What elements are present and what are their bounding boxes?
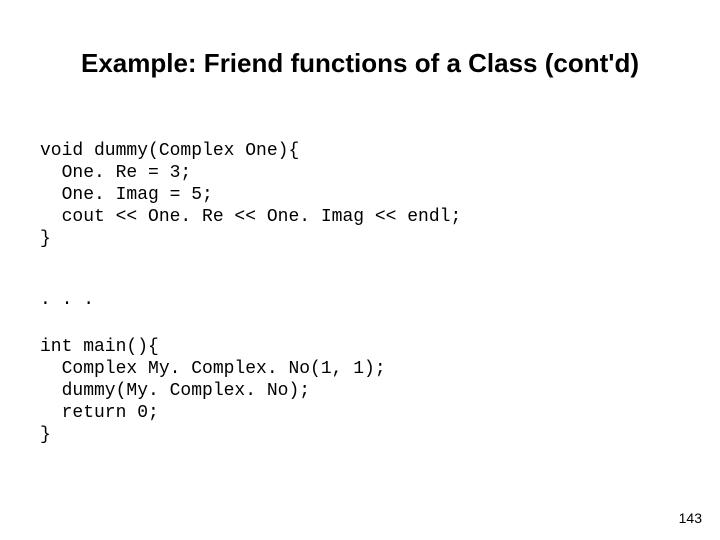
code-ellipsis: . . .	[40, 290, 94, 310]
slide: Example: Friend functions of a Class (co…	[0, 0, 720, 540]
code-block-main: int main(){ Complex My. Complex. No(1, 1…	[40, 336, 386, 446]
slide-title: Example: Friend functions of a Class (co…	[0, 48, 720, 79]
page-number: 143	[679, 510, 702, 526]
code-block-dummy: void dummy(Complex One){ One. Re = 3; On…	[40, 140, 461, 250]
